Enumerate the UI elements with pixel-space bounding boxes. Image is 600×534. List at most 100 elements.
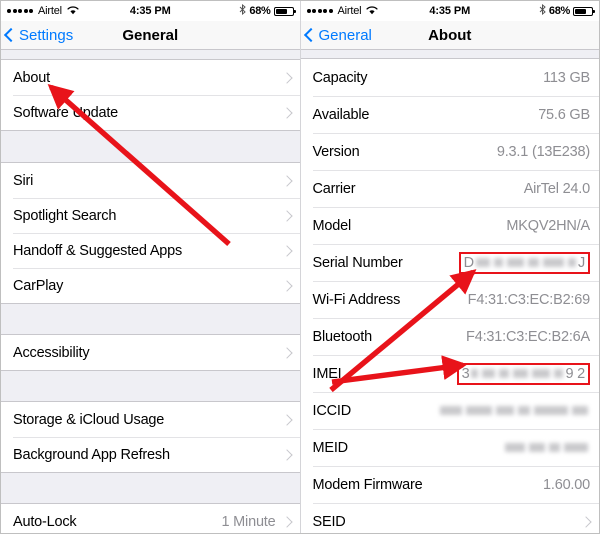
bluetooth-icon <box>539 3 546 18</box>
settings-row-handoff-suggested-apps[interactable]: Handoff & Suggested Apps <box>1 233 300 268</box>
panel-about: Airtel 4:35 PM 68% General About Capacit… <box>300 1 599 533</box>
settings-row-software-update[interactable]: Software Update <box>1 95 300 130</box>
settings-group-5: Auto-Lock 1 Minute <box>1 503 300 533</box>
chevron-right-icon <box>280 515 293 528</box>
row-label: Wi-Fi Address <box>312 291 401 308</box>
row-label: Background App Refresh <box>13 446 170 463</box>
row-label: Spotlight Search <box>13 207 117 224</box>
about-row-available: Available 75.6 GB <box>300 96 599 133</box>
chevron-left-icon <box>3 27 19 43</box>
row-value: 1 Minute <box>221 513 276 530</box>
about-row-serial-number: Serial Number D J <box>300 244 599 281</box>
row-value: 113 GB <box>543 69 590 86</box>
serial-number-prefix: D <box>463 254 474 271</box>
chevron-right-icon <box>280 106 293 119</box>
serial-number-redacted <box>474 258 578 267</box>
imei-value: 3 9 2 <box>461 365 586 382</box>
row-label: ICCID <box>312 402 352 419</box>
signal-strength-icon <box>306 9 333 13</box>
row-value: AirTel 24.0 <box>523 180 591 197</box>
screenshot-root: Airtel 4:35 PM 68% Settings General Abou… <box>0 0 600 534</box>
panel-general-settings: Airtel 4:35 PM 68% Settings General Abou… <box>1 1 301 533</box>
about-row-wifi-address: Wi-Fi Address F4:31:C3:EC:B2:69 <box>300 281 599 318</box>
serial-number-highlight-box: D J <box>458 251 590 274</box>
settings-row-storage-icloud-usage[interactable]: Storage & iCloud Usage <box>1 402 300 437</box>
general-settings-list: About Software Update Siri Spotlight Sea… <box>1 50 300 533</box>
settings-group-1: About Software Update <box>1 59 300 131</box>
about-row-version: Version 9.3.1 (13E238) <box>300 133 599 170</box>
status-bar-left-group: Airtel <box>7 5 130 18</box>
imei-suffix: 9 2 <box>565 365 585 382</box>
about-row-carrier: Carrier AirTel 24.0 <box>300 170 599 207</box>
row-label: Handoff & Suggested Apps <box>13 242 183 259</box>
battery-icon <box>573 6 595 16</box>
about-row-iccid: ICCID <box>300 392 599 429</box>
row-label: Modem Firmware <box>312 476 423 493</box>
row-value: F4:31:C3:EC:B2:69 <box>467 291 591 308</box>
wifi-icon <box>67 5 79 18</box>
meid-redacted <box>503 443 590 452</box>
chevron-right-icon <box>280 413 293 426</box>
settings-group-4: Storage & iCloud Usage Background App Re… <box>1 401 300 473</box>
row-label: Storage & iCloud Usage <box>13 411 165 428</box>
settings-group-3: Accessibility <box>1 334 300 371</box>
row-label: IMEI <box>312 365 342 382</box>
settings-row-accessibility[interactable]: Accessibility <box>1 335 300 370</box>
settings-row-auto-lock[interactable]: Auto-Lock 1 Minute <box>1 504 300 533</box>
back-button-settings[interactable]: Settings <box>1 27 73 44</box>
chevron-right-icon <box>280 174 293 187</box>
chevron-right-icon <box>280 346 293 359</box>
row-label: CarPlay <box>13 277 64 294</box>
nav-bar-about: General About <box>300 21 599 50</box>
row-value: 1.60.00 <box>543 476 590 493</box>
row-label: Software Update <box>13 104 119 121</box>
list-top-gap <box>300 50 599 58</box>
row-label: SEID <box>312 513 346 530</box>
about-row-meid: MEID <box>300 429 599 466</box>
settings-row-siri[interactable]: Siri <box>1 163 300 198</box>
battery-icon <box>273 6 296 16</box>
settings-row-about[interactable]: About <box>1 60 300 95</box>
list-top-gap <box>1 50 300 59</box>
row-label: Available <box>312 106 370 123</box>
settings-row-background-app-refresh[interactable]: Background App Refresh <box>1 437 300 472</box>
carrier-name: Airtel <box>337 5 362 17</box>
about-row-seid[interactable]: SEID <box>300 503 599 533</box>
row-label: Carrier <box>312 180 356 197</box>
row-label: Auto-Lock <box>13 513 77 530</box>
status-bar-right-group: 68% <box>470 3 595 18</box>
dual-panel-container: Airtel 4:35 PM 68% Settings General Abou… <box>1 1 599 533</box>
row-label: Capacity <box>312 69 368 86</box>
about-info-list: Capacity 113 GB Available 75.6 GB Versio… <box>300 50 599 533</box>
row-label: Serial Number <box>312 254 403 271</box>
row-label: Siri <box>13 172 34 189</box>
serial-number-value: D J <box>463 254 586 271</box>
row-label: About <box>13 69 50 86</box>
about-row-modem-firmware: Modem Firmware 1.60.00 <box>300 466 599 503</box>
row-value: MKQV2HN/A <box>506 217 590 234</box>
about-row-imei: IMEI 3 9 2 <box>300 355 599 392</box>
bluetooth-icon <box>239 3 247 18</box>
imei-prefix: 3 <box>461 365 470 382</box>
wifi-icon <box>366 5 378 18</box>
chevron-right-icon <box>580 515 592 528</box>
list-gap-2 <box>1 304 300 334</box>
chevron-right-icon <box>280 209 293 222</box>
settings-row-carplay[interactable]: CarPlay <box>1 268 300 303</box>
row-label: Accessibility <box>13 344 90 361</box>
chevron-right-icon <box>280 448 293 461</box>
list-gap-4 <box>1 473 300 503</box>
row-label: Version <box>312 143 360 160</box>
chevron-right-icon <box>280 244 293 257</box>
battery-percent-label: 68% <box>548 5 570 17</box>
status-bar-right-group: 68% <box>171 3 296 18</box>
chevron-left-icon <box>303 27 318 43</box>
back-button-general[interactable]: General <box>301 27 372 44</box>
settings-row-spotlight-search[interactable]: Spotlight Search <box>1 198 300 233</box>
about-row-model: Model MKQV2HN/A <box>300 207 599 244</box>
status-bar-time: 4:35 PM <box>129 5 171 17</box>
imei-redacted <box>469 369 565 378</box>
list-gap-1 <box>1 131 300 162</box>
row-value: 75.6 GB <box>538 106 590 123</box>
row-label: Bluetooth <box>312 328 373 345</box>
